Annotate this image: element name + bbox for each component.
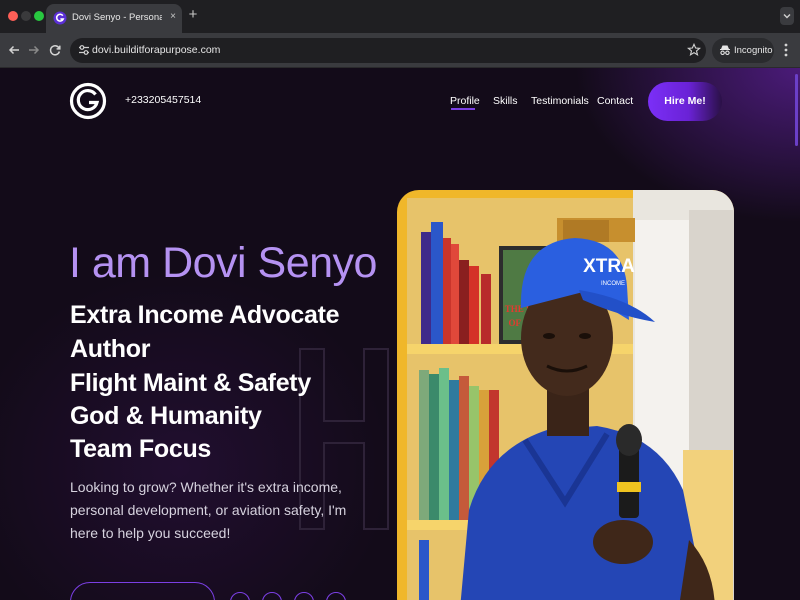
site-favicon-icon [53, 11, 67, 25]
logo-g-icon[interactable] [69, 77, 107, 125]
hire-me-button[interactable]: Hire Me! [648, 82, 722, 121]
hero-cta-button[interactable] [70, 582, 215, 600]
browser-tab-bar: Dovi Senyo - Personal Portfolio × + [0, 0, 800, 33]
page-scrollbar[interactable] [795, 74, 798, 146]
minimize-window-button[interactable] [21, 11, 31, 21]
role-extra-income: Extra Income Advocate [70, 301, 340, 329]
portfolio-page: +233205457514 Profile Skills Testimonial… [0, 68, 800, 600]
tab-close-icon[interactable]: × [167, 10, 179, 24]
hero-name-heading: I am Dovi Senyo [69, 239, 377, 287]
site-settings-icon[interactable] [77, 43, 91, 57]
nav-contact[interactable]: Contact [597, 95, 633, 107]
incognito-label: Incognito [734, 45, 773, 56]
social-icon[interactable] [230, 592, 250, 600]
hero-tagline: Looking to grow? Whether it's extra inco… [70, 479, 347, 541]
forward-icon[interactable] [26, 42, 42, 58]
svg-text:INCOME: INCOME [601, 281, 625, 287]
role-author: Author [70, 335, 151, 363]
social-icon[interactable] [294, 592, 314, 600]
profile-photo: THE WISDOM OF SUN TZU XTRA I [397, 190, 734, 600]
phone-number[interactable]: +233205457514 [125, 94, 201, 106]
address-bar[interactable]: dovi.builditforapurpose.com [70, 38, 706, 63]
new-tab-button[interactable]: + [186, 7, 200, 23]
chevron-down-icon [783, 14, 791, 19]
star-icon[interactable] [687, 43, 701, 57]
nav-active-indicator [451, 108, 475, 110]
back-icon[interactable] [6, 42, 22, 58]
reload-icon[interactable] [47, 42, 63, 58]
nav-skills[interactable]: Skills [493, 95, 518, 107]
social-icon[interactable] [326, 592, 346, 600]
svg-text:XTRA: XTRA [583, 256, 635, 277]
tab-search-button[interactable] [780, 7, 794, 25]
maximize-window-button[interactable] [34, 11, 44, 21]
tab-title: Dovi Senyo - Personal Portfolio [72, 12, 162, 23]
nav-profile[interactable]: Profile [450, 95, 480, 107]
incognito-icon [720, 45, 730, 56]
url-text[interactable]: dovi.builditforapurpose.com [92, 44, 220, 56]
role-flight-maint: Flight Maint & Safety [70, 369, 311, 397]
role-team-focus: Team Focus [70, 435, 212, 463]
browser-tab[interactable]: Dovi Senyo - Personal Portfolio × [46, 4, 182, 33]
close-window-button[interactable] [8, 11, 18, 21]
nav-testimonials[interactable]: Testimonials [531, 95, 589, 107]
kebab-menu-icon[interactable] [780, 41, 792, 59]
incognito-badge[interactable]: Incognito [712, 38, 774, 63]
social-icon[interactable] [262, 592, 282, 600]
browser-toolbar: dovi.builditforapurpose.com Incognito [0, 33, 800, 68]
role-god-humanity: God & Humanity [70, 402, 262, 430]
